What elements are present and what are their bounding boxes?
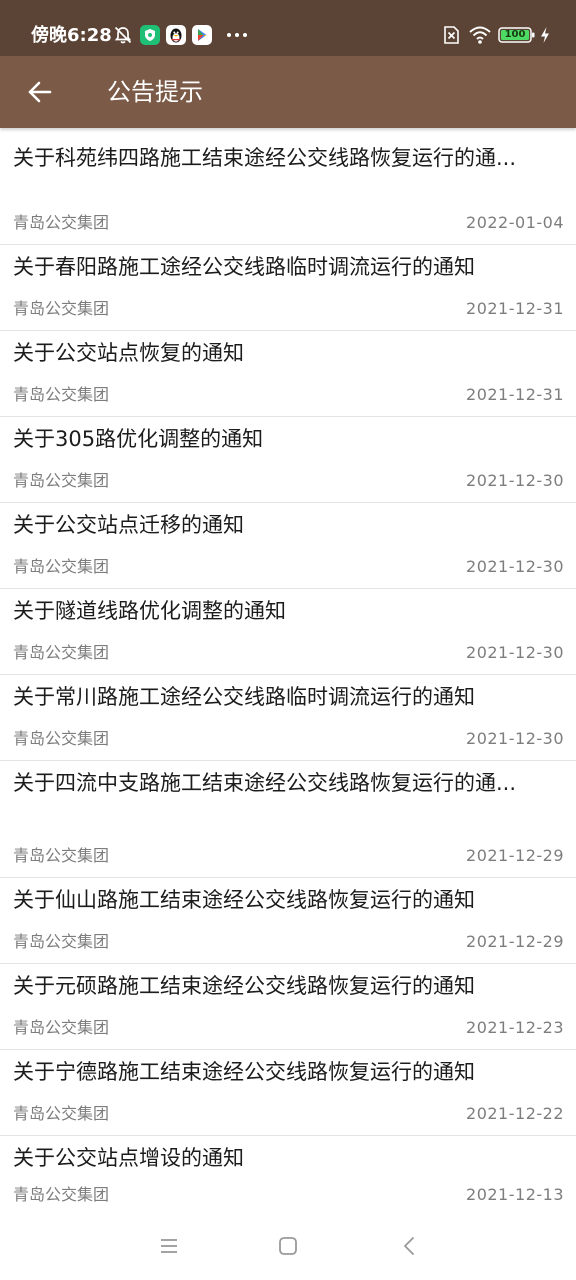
notice-title: 关于仙山路施工结束途经公交线路恢复运行的通知 bbox=[13, 888, 475, 912]
shield-app-icon bbox=[139, 24, 161, 46]
alarm-off-icon bbox=[112, 24, 134, 46]
list-item[interactable]: 关于春阳路施工途经公交线路临时调流运行的通知 青岛公交集团 2021-12-31 bbox=[0, 245, 576, 331]
notice-date: 2021-12-30 bbox=[466, 643, 564, 662]
notice-title: 关于隧道线路优化调整的通知 bbox=[13, 599, 286, 623]
list-item[interactable]: 关于公交站点增设的通知 青岛公交集团 2021-12-13 bbox=[0, 1136, 576, 1216]
battery-icon: 100 bbox=[498, 24, 536, 46]
menu-icon bbox=[161, 1239, 177, 1253]
notice-title: 关于元硕路施工结束途经公交线路恢复运行的通知 bbox=[13, 974, 475, 998]
notice-title: 关于公交站点恢复的通知 bbox=[13, 341, 244, 365]
play-store-icon bbox=[191, 24, 213, 46]
notice-date: 2021-12-13 bbox=[466, 1185, 564, 1204]
list-item[interactable]: 关于公交站点迁移的通知 青岛公交集团 2021-12-30 bbox=[0, 503, 576, 589]
arrow-left-icon bbox=[28, 81, 52, 103]
wifi-icon bbox=[468, 24, 492, 46]
notice-date: 2021-12-22 bbox=[466, 1104, 564, 1123]
more-dots-icon bbox=[225, 24, 249, 46]
notice-date: 2021-12-23 bbox=[466, 1018, 564, 1037]
app-bar: 公告提示 bbox=[0, 56, 576, 128]
page-title: 公告提示 bbox=[107, 78, 203, 106]
list-item[interactable]: 关于仙山路施工结束途经公交线路恢复运行的通知 青岛公交集团 2021-12-29 bbox=[0, 878, 576, 964]
notice-source: 青岛公交集团 bbox=[13, 557, 110, 576]
notice-source: 青岛公交集团 bbox=[13, 1018, 110, 1037]
back-button[interactable] bbox=[16, 68, 64, 116]
list-item[interactable]: 关于元硕路施工结束途经公交线路恢复运行的通知 青岛公交集团 2021-12-23 bbox=[0, 964, 576, 1050]
notice-title: 关于公交站点迁移的通知 bbox=[13, 513, 244, 537]
notice-title: 关于科苑纬四路施工结束途经公交线路恢复运行的通... bbox=[13, 146, 517, 170]
list-item[interactable]: 关于四流中支路施工结束途经公交线路恢复运行的通... 青岛公交集团 2021-1… bbox=[0, 761, 576, 878]
notice-title: 关于305路优化调整的通知 bbox=[13, 427, 264, 451]
notice-title: 关于春阳路施工途经公交线路临时调流运行的通知 bbox=[13, 255, 475, 279]
list-item[interactable]: 关于公交站点恢复的通知 青岛公交集团 2021-12-31 bbox=[0, 331, 576, 417]
notice-date: 2021-12-30 bbox=[466, 471, 564, 490]
notice-date: 2022-01-04 bbox=[466, 213, 564, 232]
notice-source: 青岛公交集团 bbox=[13, 299, 110, 318]
status-bar: 傍晚6:28 100 bbox=[0, 0, 576, 56]
notice-title: 关于公交站点增设的通知 bbox=[13, 1146, 244, 1170]
notice-source: 青岛公交集团 bbox=[13, 729, 110, 748]
charging-bolt-icon bbox=[539, 24, 551, 46]
recents-button[interactable] bbox=[151, 1228, 187, 1264]
notice-title: 关于常川路施工途经公交线路临时调流运行的通知 bbox=[13, 685, 475, 709]
notice-list: 关于科苑纬四路施工结束途经公交线路恢复运行的通... 青岛公交集团 2022-0… bbox=[0, 136, 576, 1216]
home-button[interactable] bbox=[270, 1228, 306, 1264]
notice-date: 2021-12-31 bbox=[466, 385, 564, 404]
notice-source: 青岛公交集团 bbox=[13, 1185, 110, 1204]
notice-date: 2021-12-29 bbox=[466, 846, 564, 865]
qq-penguin-icon bbox=[165, 24, 187, 46]
notice-date: 2021-12-30 bbox=[466, 557, 564, 576]
no-sim-icon bbox=[440, 24, 462, 46]
list-item[interactable]: 关于隧道线路优化调整的通知 青岛公交集团 2021-12-30 bbox=[0, 589, 576, 675]
list-item[interactable]: 关于305路优化调整的通知 青岛公交集团 2021-12-30 bbox=[0, 417, 576, 503]
notice-source: 青岛公交集团 bbox=[13, 846, 110, 865]
notice-source: 青岛公交集团 bbox=[13, 643, 110, 662]
notice-source: 青岛公交集团 bbox=[13, 1104, 110, 1123]
notice-source: 青岛公交集团 bbox=[13, 385, 110, 404]
home-square-icon bbox=[279, 1237, 297, 1255]
list-item[interactable]: 关于宁德路施工结束途经公交线路恢复运行的通知 青岛公交集团 2021-12-22 bbox=[0, 1050, 576, 1136]
system-nav-bar bbox=[0, 1210, 576, 1280]
notice-date: 2021-12-31 bbox=[466, 299, 564, 318]
notice-date: 2021-12-29 bbox=[466, 932, 564, 951]
status-time: 傍晚6:28 bbox=[31, 25, 112, 46]
notice-source: 青岛公交集团 bbox=[13, 932, 110, 951]
list-item[interactable]: 关于科苑纬四路施工结束途经公交线路恢复运行的通... 青岛公交集团 2022-0… bbox=[0, 136, 576, 245]
notice-date: 2021-12-30 bbox=[466, 729, 564, 748]
notice-title: 关于宁德路施工结束途经公交线路恢复运行的通知 bbox=[13, 1060, 475, 1084]
list-item[interactable]: 关于常川路施工途经公交线路临时调流运行的通知 青岛公交集团 2021-12-30 bbox=[0, 675, 576, 761]
notice-source: 青岛公交集团 bbox=[13, 213, 110, 232]
notice-title: 关于四流中支路施工结束途经公交线路恢复运行的通... bbox=[13, 771, 517, 795]
notice-source: 青岛公交集团 bbox=[13, 471, 110, 490]
system-back-button[interactable] bbox=[391, 1228, 427, 1264]
battery-level-text: 100 bbox=[504, 29, 526, 40]
back-chevron-icon bbox=[404, 1237, 414, 1255]
